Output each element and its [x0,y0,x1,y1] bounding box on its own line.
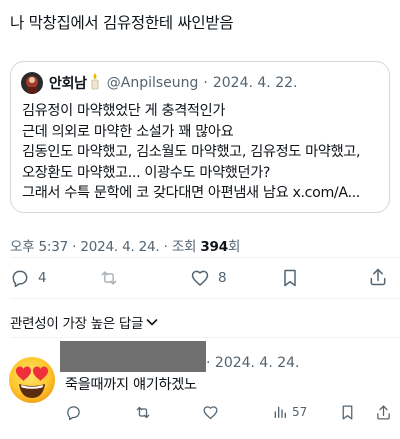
quoted-tweet-body: 김유정이 마약했었단 게 충격적인가 근데 의외로 마약한 소설가 꽤 많아요 … [22,101,381,204]
reply-like-button[interactable] [202,404,219,421]
post-time[interactable]: 오후 5:37 [10,239,68,255]
share-button[interactable] [368,267,388,287]
meta-separator: · [163,239,168,255]
reply-bookmark-button[interactable] [340,404,355,421]
quoted-line: 그래서 수특 문학에 코 갖다대면 아편냄새 남요 x.com/A... [22,185,360,201]
reply-sort-dropdown[interactable]: 관련성이 가장 높은 답글 [10,312,158,332]
views-label: 조회 [171,239,197,255]
reply-sort-label: 관련성이 가장 높은 답글 [10,316,144,332]
reply-text: 죽을때까지 얘기하겠노 [65,377,197,393]
reply-share-button[interactable] [375,404,392,421]
bookmark-icon [342,405,353,420]
quoted-separator: · [203,75,208,91]
reply-icon [67,406,80,421]
reply-icon [12,270,28,288]
share-icon [377,405,390,420]
bookmark-icon [284,269,296,287]
retweet-button[interactable] [98,268,128,288]
share-icon [370,268,386,286]
chevron-down-icon [146,319,158,326]
reply-date[interactable]: · 2024. 4. 24. [206,355,300,371]
heart-eyes-emoji[interactable] [7,355,57,405]
divider [10,298,400,299]
quoted-line: 김유정이 마약했었단 게 충격적인가 [22,103,226,119]
quoted-date[interactable]: 2024. 4. 22. [213,75,298,91]
post-date[interactable]: 2024. 4. 24. [80,239,159,255]
candle-icon [89,72,101,94]
reply-reply-button[interactable] [65,404,82,421]
post-meta: 오후 5:37 · 2024. 4. 24. · 조회 394회 [10,235,240,255]
like-icon [203,406,218,420]
retweet-icon [101,271,117,285]
reply-button[interactable]: 4 [10,268,47,288]
post-text: 나 막창집에서 김유정한테 싸인받음 [10,14,234,32]
reply-retweet-button[interactable] [134,404,152,421]
views-icon [274,406,286,418]
views-suffix: 회 [227,239,241,255]
reply-views-count: 57 [292,405,308,419]
like-button[interactable]: 8 [190,268,227,288]
meta-separator: · [72,239,77,255]
reply-views-button[interactable]: 57 [272,404,307,420]
quoted-tweet-header: 안회남 @Anpilseung · 2024. 4. 22. [21,72,297,94]
like-count: 8 [218,270,227,286]
like-icon [191,270,209,286]
quoted-author-handle[interactable]: @Anpilseung [107,75,199,91]
reply-date-value: 2024. 4. 24. [214,355,300,371]
retweet-icon [136,406,150,419]
reply-count: 4 [38,270,47,286]
divider [10,337,400,338]
quoted-tweet[interactable]: 안회남 @Anpilseung · 2024. 4. 22. 김유정이 마약했었… [10,61,390,213]
divider [10,257,400,258]
quoted-line: 근데 의외로 마약한 소설가 꽤 많아요 [22,123,234,140]
redacted-username [60,341,206,372]
quoted-line: 김동인도 마약했고, 김소월도 마약했고, 김유정도 마약했고, [22,144,361,160]
bookmark-button[interactable] [281,268,299,288]
quoted-author-name[interactable]: 안회남 [49,73,87,93]
reply-date-separator: · [206,355,211,371]
quoted-author-avatar[interactable] [21,72,43,94]
quoted-line: 오장환도 마약했고... 이광수도 마약했던가? [22,164,271,181]
views-count: 394 [200,239,228,255]
